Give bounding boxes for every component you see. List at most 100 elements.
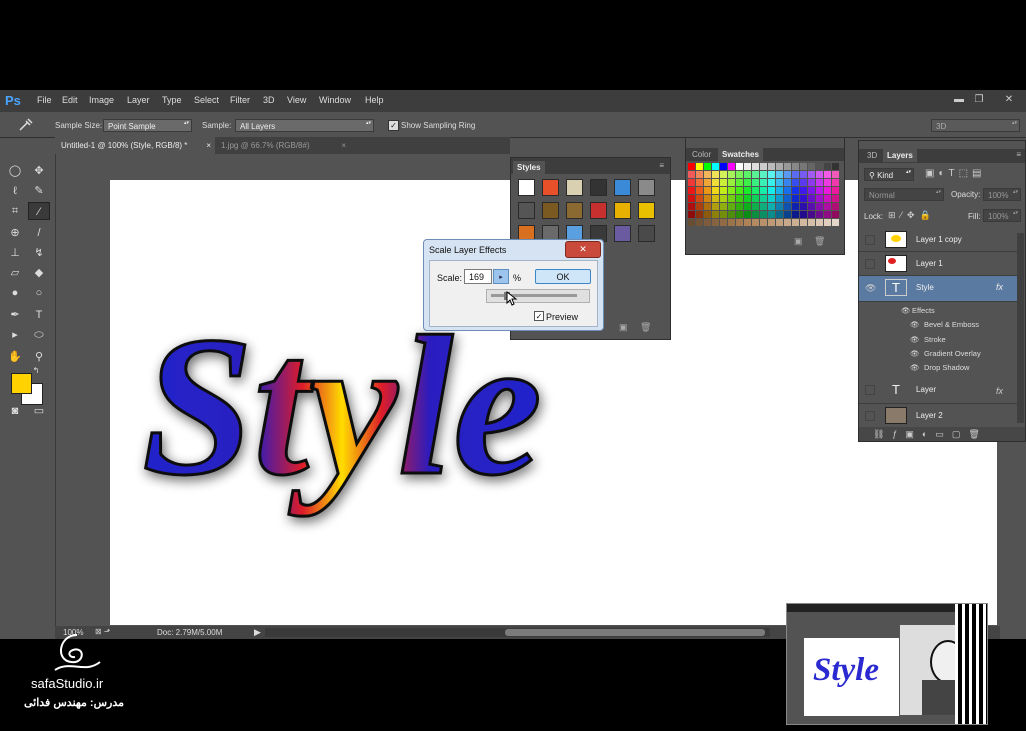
color-swatch[interactable] [704, 211, 711, 218]
color-swatch[interactable] [816, 219, 823, 226]
color-swatch[interactable] [744, 195, 751, 202]
color-swatch[interactable] [800, 195, 807, 202]
menu-layer[interactable]: Layer [127, 95, 150, 105]
color-swatch[interactable] [712, 171, 719, 178]
color-swatch[interactable] [712, 179, 719, 186]
move-tool-icon[interactable]: ✥ [28, 162, 50, 180]
color-swatch[interactable] [688, 219, 695, 226]
workspace-select[interactable]: 3D [931, 119, 1020, 132]
layer-filter-select[interactable]: ⚲ Kind [864, 168, 914, 181]
clone-stamp-tool-icon[interactable]: ⊥ [4, 244, 26, 262]
scale-slider-toggle-icon[interactable]: ▸ [493, 269, 509, 284]
color-swatch[interactable] [744, 211, 751, 218]
color-swatch[interactable] [696, 163, 703, 170]
color-swatch[interactable] [752, 195, 759, 202]
menu-type[interactable]: Type [162, 95, 182, 105]
color-swatch[interactable] [688, 171, 695, 178]
color-swatch[interactable] [688, 195, 695, 202]
tab-styles[interactable]: Styles [513, 161, 545, 174]
dodge-tool-icon[interactable]: ○ [28, 284, 50, 302]
restore-button[interactable]: ❐ [971, 94, 987, 106]
eyedropper-tool-icon[interactable]: ⁄ [28, 202, 50, 220]
hand-tool-icon[interactable]: ✋ [4, 348, 26, 366]
color-swatch[interactable] [760, 203, 767, 210]
color-swatch[interactable] [832, 203, 839, 210]
color-swatch[interactable] [760, 163, 767, 170]
brush-tool-icon[interactable]: / [28, 224, 50, 242]
color-swatch[interactable] [808, 195, 815, 202]
tab-3d[interactable]: 3D [867, 151, 877, 160]
color-swatch[interactable] [768, 211, 775, 218]
quick-select-tool-icon[interactable]: ✎ [28, 182, 50, 200]
color-swatch[interactable] [752, 211, 759, 218]
color-swatch[interactable] [816, 187, 823, 194]
history-brush-tool-icon[interactable]: ↯ [28, 244, 50, 262]
color-swatch[interactable] [744, 219, 751, 226]
color-swatch[interactable] [784, 179, 791, 186]
scale-input[interactable]: 169 [464, 269, 492, 284]
color-swatch[interactable] [728, 211, 735, 218]
color-swatch[interactable] [816, 179, 823, 186]
color-swatch[interactable] [736, 211, 743, 218]
color-swatch[interactable] [744, 171, 751, 178]
scale-slider-popup[interactable] [486, 289, 590, 303]
color-swatch[interactable] [832, 171, 839, 178]
color-swatch[interactable] [776, 211, 783, 218]
color-swatch[interactable] [720, 187, 727, 194]
opacity-input[interactable]: 100% [983, 188, 1021, 201]
tab-layers[interactable]: Layers [883, 149, 917, 162]
color-swatch[interactable] [808, 163, 815, 170]
color-swatch[interactable] [784, 219, 791, 226]
color-swatch[interactable] [720, 211, 727, 218]
color-swatch[interactable] [752, 163, 759, 170]
tab-close-icon[interactable]: × [206, 137, 211, 154]
color-swatch[interactable] [688, 211, 695, 218]
path-select-tool-icon[interactable]: ▸ [4, 326, 26, 344]
color-swatch[interactable] [696, 203, 703, 210]
style-preset[interactable] [542, 202, 559, 219]
color-swatch[interactable] [688, 163, 695, 170]
style-preset[interactable] [566, 202, 583, 219]
color-swatch[interactable] [696, 219, 703, 226]
zoom-tool-icon[interactable]: ⚲ [28, 348, 50, 366]
color-swatch[interactable] [784, 187, 791, 194]
layer-row-style[interactable]: 👁 T Style fx [859, 276, 1019, 302]
tab-close-icon[interactable]: × [341, 137, 346, 154]
paint-bucket-tool-icon[interactable]: ◆ [28, 264, 50, 282]
style-preset[interactable] [614, 202, 631, 219]
color-swatch[interactable] [752, 171, 759, 178]
eye-icon[interactable]: 👁 [865, 283, 876, 293]
color-swatch[interactable] [712, 195, 719, 202]
color-swatch[interactable] [696, 211, 703, 218]
new-style-icon[interactable]: ▣ [619, 322, 628, 333]
style-preset[interactable] [638, 179, 655, 196]
eyedropper-tool-preset-icon[interactable] [17, 118, 33, 131]
color-swatch[interactable] [800, 203, 807, 210]
color-swatch[interactable] [824, 163, 831, 170]
menu-select[interactable]: Select [194, 95, 219, 105]
color-swatch[interactable] [832, 195, 839, 202]
sample-select[interactable]: All Layers [235, 119, 374, 132]
color-swatch[interactable] [696, 195, 703, 202]
color-swatch[interactable] [776, 195, 783, 202]
color-swatch[interactable] [776, 203, 783, 210]
new-swatch-icon[interactable]: ▣ [794, 236, 803, 247]
color-swatch[interactable] [760, 195, 767, 202]
style-preset[interactable] [638, 225, 655, 242]
color-swatch[interactable] [704, 179, 711, 186]
color-swatch[interactable] [824, 219, 831, 226]
color-swatch[interactable] [816, 195, 823, 202]
color-swatch[interactable] [800, 211, 807, 218]
color-swatch[interactable] [736, 171, 743, 178]
color-swatch[interactable] [808, 179, 815, 186]
menu-view[interactable]: View [287, 95, 306, 105]
filter-icons[interactable]: ▣◐T⬚▤ [925, 168, 986, 179]
color-swatch[interactable] [776, 171, 783, 178]
visibility-toggle[interactable] [865, 259, 875, 269]
color-swatch[interactable] [784, 211, 791, 218]
effect-drop-shadow[interactable]: Drop Shadow [924, 363, 969, 372]
delete-swatch-icon[interactable]: 🗑 [814, 236, 825, 247]
status-menu-arrow-icon[interactable]: ▶ [254, 627, 261, 638]
color-swatch[interactable] [816, 163, 823, 170]
color-swatch[interactable] [768, 171, 775, 178]
